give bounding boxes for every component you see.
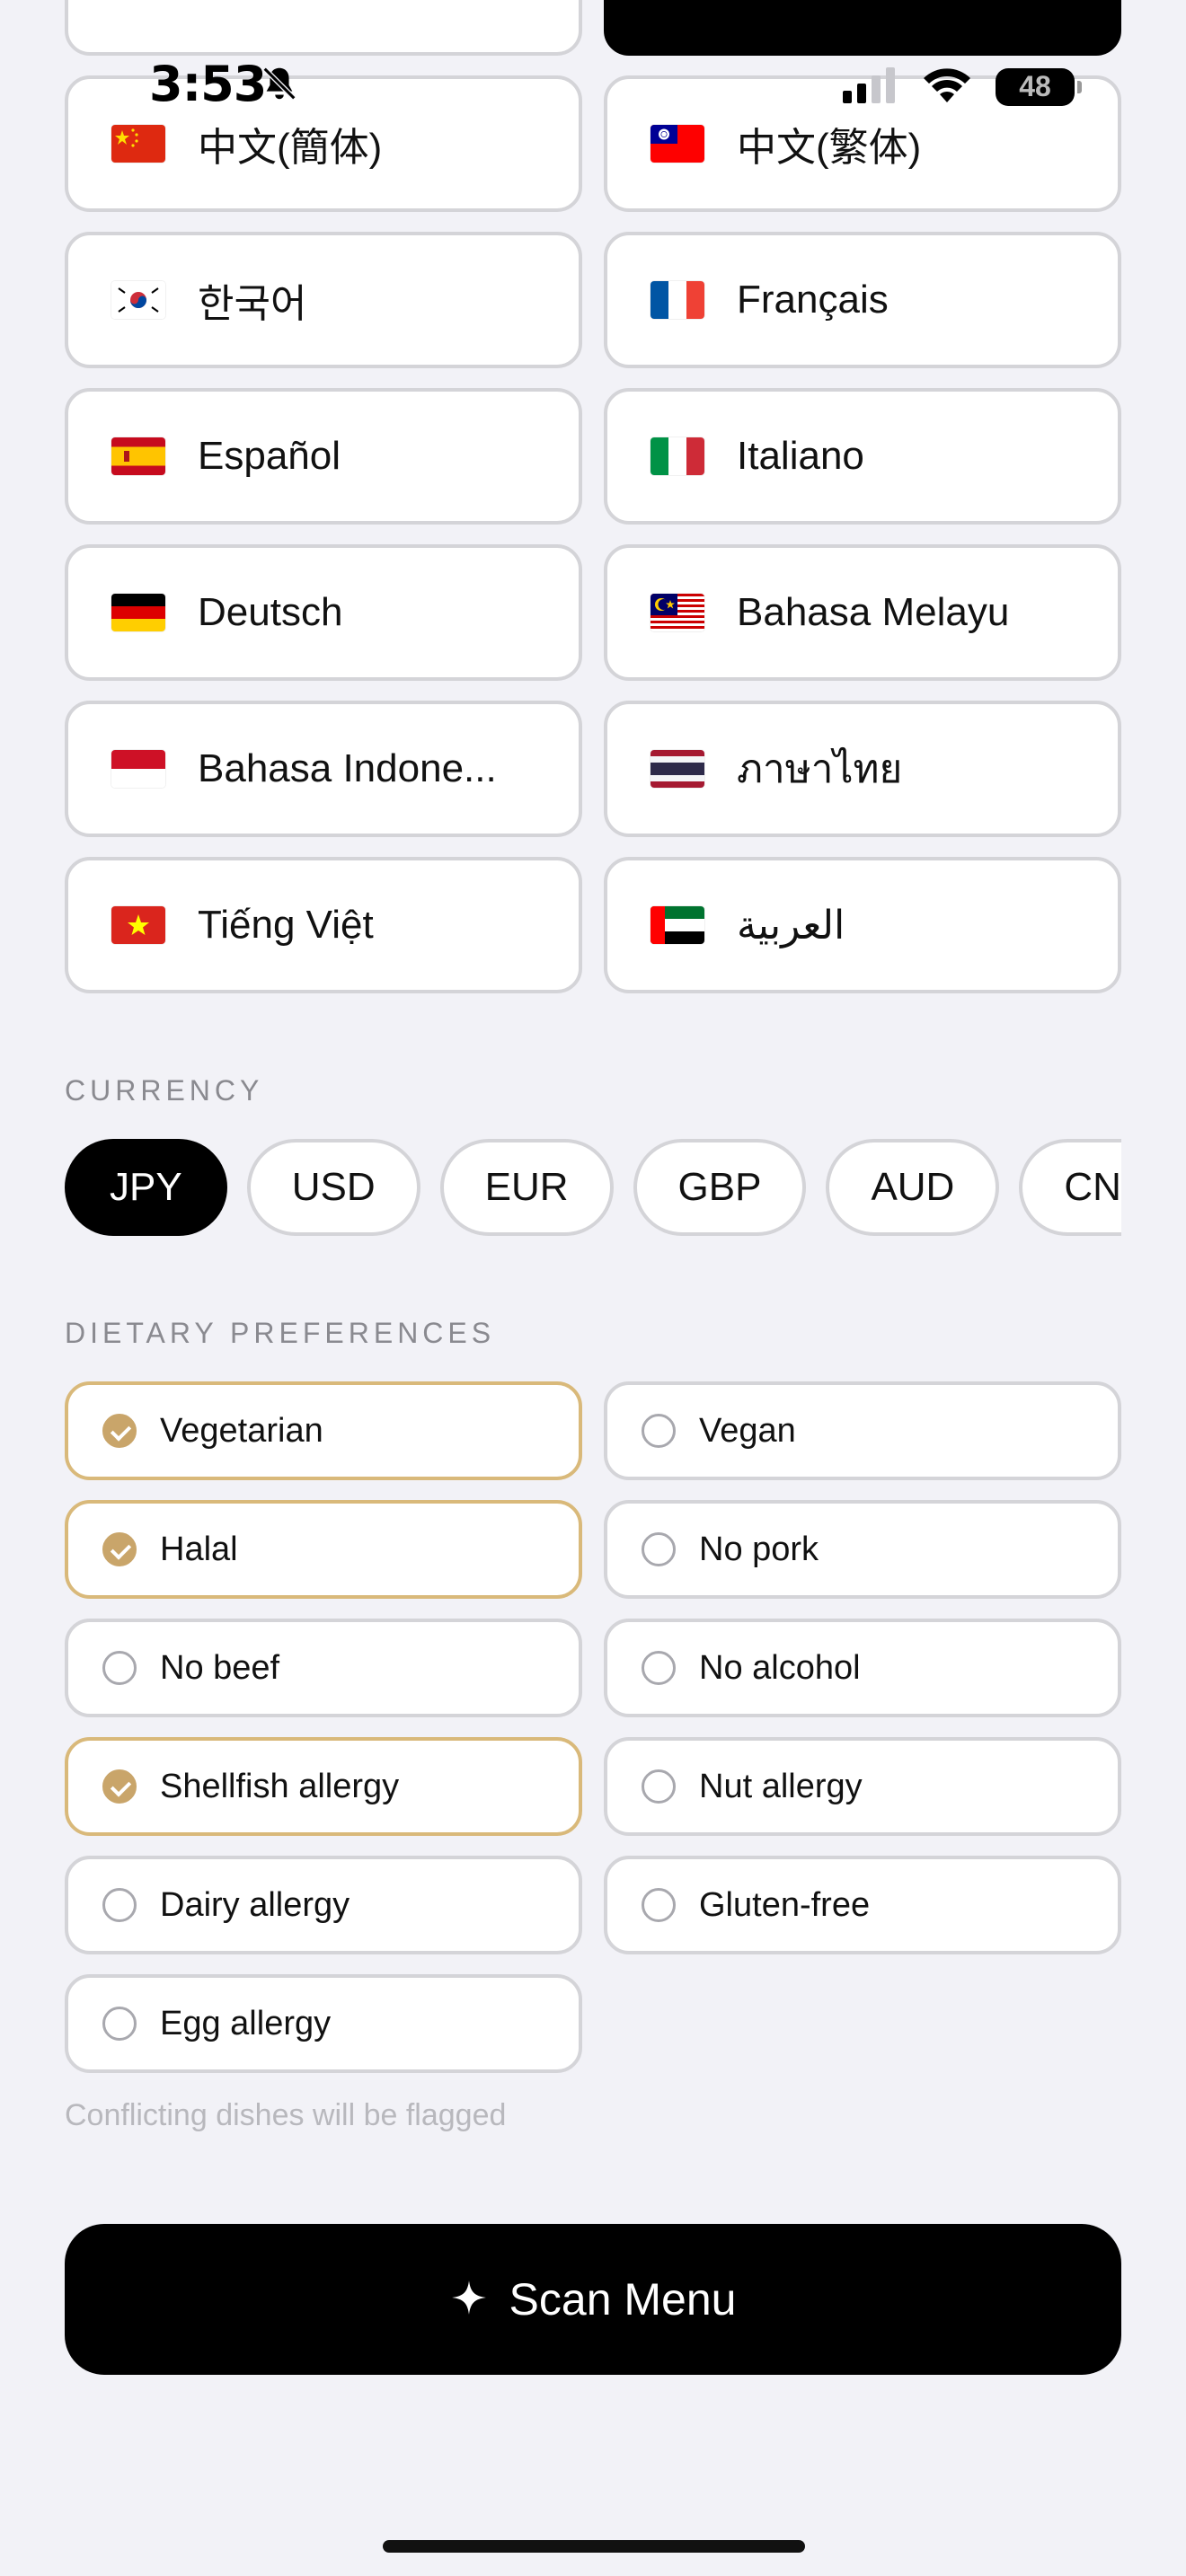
diet-option-gluten-free[interactable]: Gluten-free [604, 1856, 1121, 1954]
diet-label: Shellfish allergy [160, 1767, 400, 1805]
unchecked-radio-icon [642, 1651, 676, 1685]
language-card-de[interactable]: Deutsch [65, 544, 582, 681]
language-label: 中文(繁体) [737, 126, 922, 170]
dietary-section-title: DIETARY PREFERENCES [65, 1317, 496, 1349]
currency-option-gbp[interactable]: GBP [633, 1139, 807, 1236]
diet-label: Egg allergy [160, 2004, 332, 2042]
diet-option-halal[interactable]: Halal [65, 1500, 582, 1599]
unchecked-radio-icon [102, 1888, 137, 1922]
diet-label: Vegetarian [160, 1411, 323, 1450]
malaysia-flag-icon [651, 594, 704, 631]
language-card-partial-left[interactable] [65, 0, 582, 56]
currency-selector: JPY USD EUR GBP AUD CNY [65, 1139, 1121, 1238]
spain-flag-icon [111, 437, 165, 475]
unchecked-radio-icon [642, 1532, 676, 1566]
checked-radio-icon [102, 1769, 137, 1804]
language-label: Deutsch [198, 590, 343, 634]
diet-option-no-beef[interactable]: No beef [65, 1619, 582, 1717]
language-label: Italiano [737, 434, 864, 478]
language-card-fr[interactable]: Français [604, 232, 1121, 368]
diet-label: Nut allergy [699, 1767, 863, 1805]
china-flag-icon [111, 125, 165, 163]
language-label: Tiếng Việt [198, 903, 374, 947]
diet-option-vegan[interactable]: Vegan [604, 1381, 1121, 1480]
language-card-th[interactable]: ภาษาไทย [604, 701, 1121, 837]
checked-radio-icon [102, 1532, 137, 1566]
scan-menu-button[interactable]: Scan Menu [65, 2224, 1121, 2375]
language-label: Français [737, 278, 889, 322]
korea-flag-icon [111, 281, 165, 319]
language-label: 中文(簡体) [198, 126, 383, 170]
language-grid: 中文(簡体) 中文(繁体) 한국어 Français Español Itali… [65, 75, 1121, 993]
diet-option-shellfish-allergy[interactable]: Shellfish allergy [65, 1737, 582, 1836]
language-card-id[interactable]: Bahasa Indone... [65, 701, 582, 837]
italy-flag-icon [651, 437, 704, 475]
diet-option-egg-allergy[interactable]: Egg allergy [65, 1974, 582, 2073]
language-label: Español [198, 434, 341, 478]
language-card-it[interactable]: Italiano [604, 388, 1121, 525]
unchecked-radio-icon [642, 1414, 676, 1448]
dietary-hint: Conflicting dishes will be flagged [65, 2098, 507, 2132]
unchecked-radio-icon [642, 1769, 676, 1804]
taiwan-flag-icon [651, 125, 704, 163]
diet-label: No beef [160, 1648, 280, 1687]
currency-option-eur[interactable]: EUR [439, 1139, 614, 1236]
cellular-signal-icon [841, 66, 898, 108]
language-card-partial-right-selected[interactable] [604, 0, 1121, 56]
dietary-grid: Vegetarian Vegan Halal No pork No beef N… [65, 1381, 1121, 2073]
currency-section-title: CURRENCY [65, 1074, 264, 1107]
unchecked-radio-icon [102, 2007, 137, 2041]
currency-option-jpy[interactable]: JPY [65, 1139, 227, 1236]
bell-muted-icon [259, 63, 300, 109]
indonesia-flag-icon [111, 750, 165, 788]
currency-option-cny[interactable]: CNY [1019, 1139, 1121, 1236]
language-label: 한국어 [198, 282, 307, 326]
language-label: Bahasa Indone... [198, 746, 497, 790]
uae-flag-icon [651, 906, 704, 944]
unchecked-radio-icon [102, 1651, 137, 1685]
language-label: ภาษาไทย [737, 747, 903, 791]
battery-icon: 48 [996, 67, 1082, 106]
diet-option-no-alcohol[interactable]: No alcohol [604, 1619, 1121, 1717]
vietnam-flag-icon [111, 906, 165, 944]
diet-label: Gluten-free [699, 1885, 871, 1924]
checked-radio-icon [102, 1414, 137, 1448]
diet-label: Vegan [699, 1411, 796, 1450]
currency-option-aud[interactable]: AUD [826, 1139, 1000, 1236]
scan-menu-label: Scan Menu [509, 2274, 737, 2325]
diet-option-nut-allergy[interactable]: Nut allergy [604, 1737, 1121, 1836]
diet-option-dairy-allergy[interactable]: Dairy allergy [65, 1856, 582, 1954]
diet-option-no-pork[interactable]: No pork [604, 1500, 1121, 1599]
diet-label: No pork [699, 1530, 819, 1568]
unchecked-radio-icon [642, 1888, 676, 1922]
diet-label: No alcohol [699, 1648, 861, 1687]
language-card-es[interactable]: Español [65, 388, 582, 525]
language-label: Bahasa Melayu [737, 590, 1010, 634]
home-indicator[interactable] [383, 2540, 805, 2553]
language-card-ms[interactable]: Bahasa Melayu [604, 544, 1121, 681]
france-flag-icon [651, 281, 704, 319]
wifi-icon [920, 65, 974, 109]
diet-option-vegetarian[interactable]: Vegetarian [65, 1381, 582, 1480]
status-time: 3:53 [149, 56, 267, 112]
language-card-vi[interactable]: Tiếng Việt [65, 857, 582, 993]
thailand-flag-icon [651, 750, 704, 788]
language-label: العربية [737, 903, 845, 948]
diet-label: Halal [160, 1530, 238, 1568]
diet-label: Dairy allergy [160, 1885, 350, 1924]
germany-flag-icon [111, 594, 165, 631]
sparkle-icon [450, 2279, 488, 2321]
language-card-ar[interactable]: العربية [604, 857, 1121, 993]
language-card-ko[interactable]: 한국어 [65, 232, 582, 368]
status-bar: 3:53 48 [0, 56, 1186, 119]
currency-option-usd[interactable]: USD [246, 1139, 420, 1236]
